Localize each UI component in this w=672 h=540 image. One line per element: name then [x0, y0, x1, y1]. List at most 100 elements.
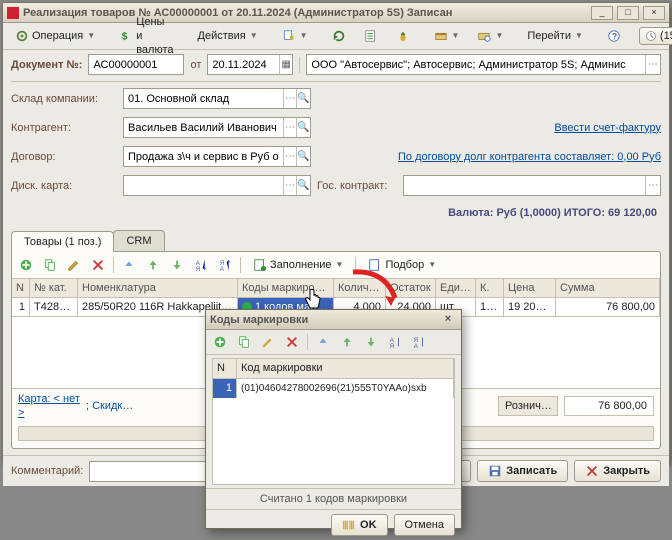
open-icon[interactable]: 🔍 [296, 147, 310, 166]
card-field[interactable]: ⋯ 🔍 [123, 175, 311, 196]
edit-row-button[interactable] [65, 256, 83, 274]
warehouse-row: Склад компании: ⋯ 🔍 [3, 84, 669, 113]
modal-ok-button[interactable]: OK [331, 514, 388, 536]
debt-link[interactable]: По договору долг контрагента составляет:… [398, 150, 661, 164]
close-button[interactable]: Закрыть [574, 460, 661, 482]
delete-row-button[interactable] [89, 256, 107, 274]
sheet-icon [253, 258, 267, 272]
fill-button[interactable]: Заполнение▼ [247, 255, 349, 275]
more-icon[interactable]: ⋯ [645, 176, 660, 195]
col-nom[interactable]: Номенклатура [78, 279, 238, 298]
close-button[interactable]: × [643, 6, 665, 20]
modal-down-button[interactable] [362, 333, 380, 351]
col-k[interactable]: К. [476, 279, 504, 298]
minimize-button[interactable]: _ [591, 6, 613, 20]
col-sum[interactable]: Сумма [556, 279, 660, 298]
clock-text: (15:05:11) [660, 29, 672, 43]
doc-date-field[interactable]: ▦ [207, 54, 293, 75]
invoice-link[interactable]: Ввести счет-фактуру [554, 121, 661, 135]
tab-goods[interactable]: Товары (1 поз.) [11, 231, 114, 252]
col-unit[interactable]: Един… [436, 279, 476, 298]
maximize-button[interactable]: □ [617, 6, 639, 20]
modal-row[interactable]: 1 (01)04604278002696(21)555T0YAAo)sxb [213, 379, 454, 398]
open-icon[interactable]: 🔍 [296, 118, 310, 137]
modal-cancel-button[interactable]: Отмена [394, 514, 455, 536]
card-input[interactable] [124, 177, 283, 194]
calendar-icon[interactable]: ▦ [279, 55, 292, 74]
col-price[interactable]: Цена [504, 279, 556, 298]
gos-field[interactable]: ⋯ [403, 175, 661, 196]
pick-button[interactable]: Подбор▼ [362, 255, 442, 275]
prices-button[interactable]: $ Цены и валюта [113, 26, 179, 46]
save-button[interactable]: Записать [477, 460, 568, 482]
report-button[interactable] [358, 26, 384, 46]
cell-cat[interactable]: T4284… [30, 298, 78, 317]
down-icon [364, 335, 378, 349]
refresh-button[interactable] [326, 26, 352, 46]
sort-desc-button[interactable]: ЯА [216, 256, 234, 274]
org-input[interactable] [307, 56, 644, 73]
modal-sort-desc-button[interactable]: ЯА [410, 333, 428, 351]
more-icon[interactable]: ⋯ [645, 55, 660, 74]
warehouse-input[interactable] [124, 90, 283, 107]
modal-delete-button[interactable] [283, 333, 301, 351]
drawer2-button[interactable]: ▼ [471, 26, 509, 46]
modal-copy-button[interactable] [235, 333, 253, 351]
drawer1-button[interactable]: ▼ [428, 26, 466, 46]
modal-close-button[interactable]: × [439, 313, 457, 327]
new-split-button[interactable]: ▼ [276, 26, 314, 46]
flag-button[interactable] [390, 26, 416, 46]
warehouse-field[interactable]: ⋯ 🔍 [123, 88, 311, 109]
modal-cell-code[interactable]: (01)04604278002696(21)555T0YAAo)sxb [237, 379, 454, 398]
cell-sum[interactable]: 76 800,00 [556, 298, 660, 317]
more-icon[interactable]: ⋯ [283, 118, 297, 137]
pick-label: Подбор [385, 258, 424, 272]
contract-field[interactable]: ⋯ 🔍 [123, 146, 311, 167]
org-field[interactable]: ⋯ [306, 54, 661, 75]
move-down-button[interactable] [168, 256, 186, 274]
cell-price[interactable]: 19 200… [504, 298, 556, 317]
move-top-button[interactable] [120, 256, 138, 274]
contract-input[interactable] [124, 148, 283, 165]
col-n[interactable]: N [12, 279, 30, 298]
open-icon[interactable]: 🔍 [296, 176, 310, 195]
gos-input[interactable] [404, 177, 645, 194]
dropdown-icon: ▼ [87, 29, 95, 43]
col-cat[interactable]: № кат. [30, 279, 78, 298]
col-marks[interactable]: Коды маркировки [238, 279, 334, 298]
open-icon[interactable]: 🔍 [296, 89, 310, 108]
modal-edit-button[interactable] [259, 333, 277, 351]
more-icon[interactable]: ⋯ [283, 147, 297, 166]
more-icon[interactable]: ⋯ [283, 176, 297, 195]
contractor-input[interactable] [124, 119, 283, 136]
tab-crm[interactable]: CRM [113, 230, 164, 251]
col-qty[interactable]: Количе… [334, 279, 386, 298]
more-icon[interactable]: ⋯ [283, 89, 297, 108]
add-row-button[interactable] [17, 256, 35, 274]
goto-button[interactable]: Перейти▼ [521, 26, 589, 46]
sort-asc-button[interactable]: АЯ [192, 256, 210, 274]
doc-num-input[interactable] [89, 56, 183, 73]
modal-up-button[interactable] [338, 333, 356, 351]
doc-num-field[interactable] [88, 54, 184, 75]
modal-top-button[interactable] [314, 333, 332, 351]
move-up-button[interactable] [144, 256, 162, 274]
contractor-field[interactable]: ⋯ 🔍 [123, 117, 311, 138]
cell-card[interactable]: Карта: < нет > [18, 392, 80, 420]
copy-row-button[interactable] [41, 256, 59, 274]
cell-n[interactable]: 1 [12, 298, 30, 317]
cell-disc[interactable]: ; Скидк… [86, 399, 133, 413]
separator [240, 257, 241, 273]
operation-button[interactable]: Операция▼ [9, 26, 101, 46]
col-rest[interactable]: Остаток [386, 279, 436, 298]
modal-col-code[interactable]: Код маркировки [237, 359, 454, 378]
help-button[interactable]: ? [601, 26, 627, 46]
actions-button[interactable]: Действия▼ [192, 26, 264, 46]
doc-date-input[interactable] [208, 56, 279, 73]
modal-add-button[interactable] [211, 333, 229, 351]
modal-sort-asc-button[interactable]: АЯ [386, 333, 404, 351]
clock-display[interactable]: (15:05:11)▼ [639, 27, 672, 45]
modal-cell-n[interactable]: 1 [213, 379, 237, 398]
modal-col-n[interactable]: N [213, 359, 237, 378]
cell-k[interactable]: 1,0… [476, 298, 504, 317]
